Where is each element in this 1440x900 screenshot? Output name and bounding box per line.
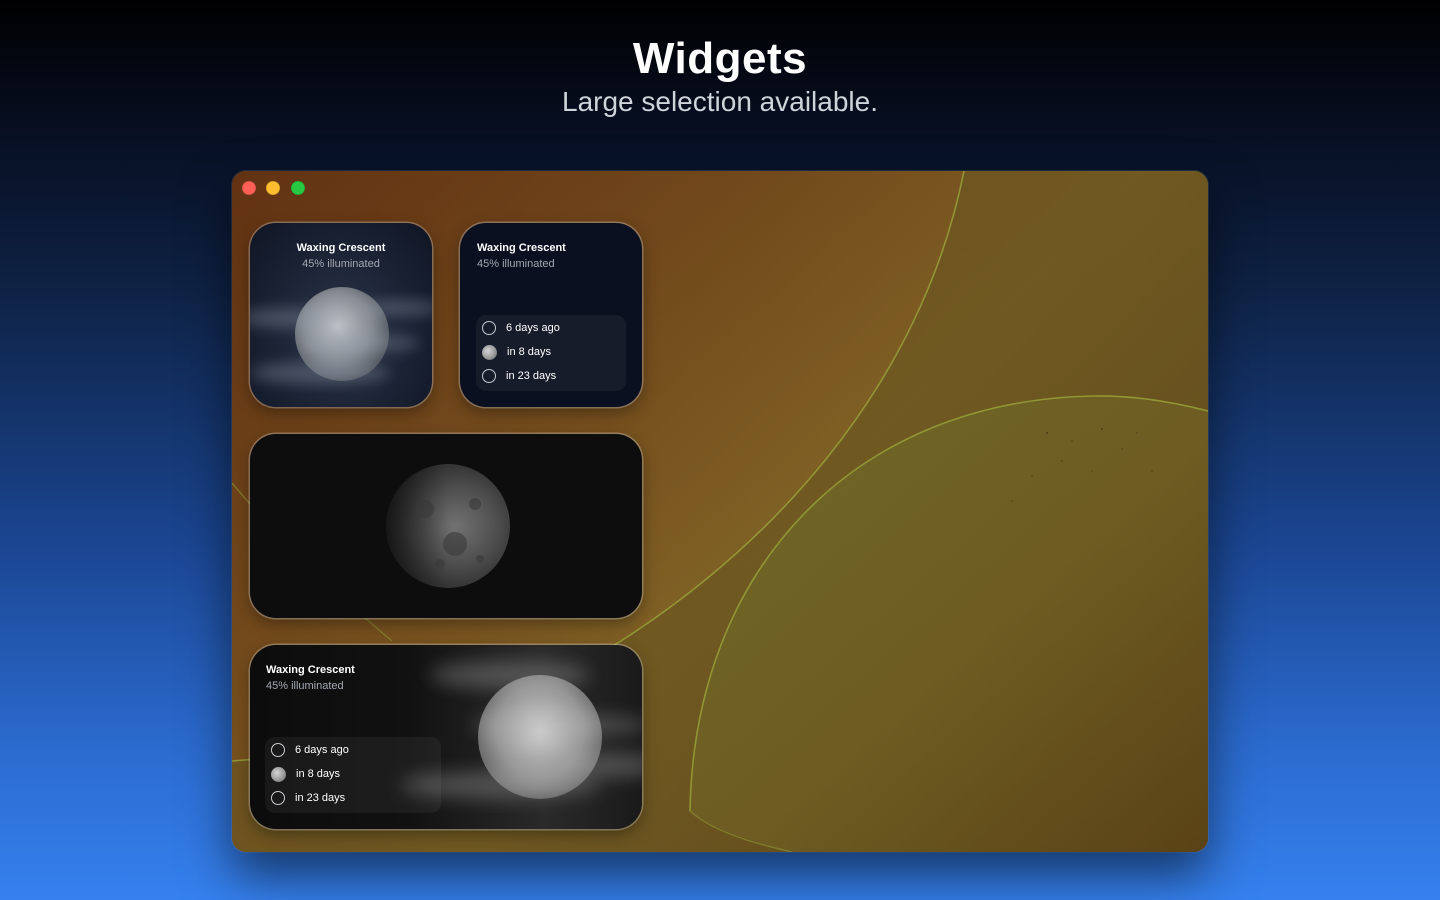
moon-phase-title: Waxing Crescent [296, 242, 386, 254]
list-item-label: in 23 days [295, 792, 346, 804]
list-item: in 23 days [482, 366, 556, 386]
new-moon-icon [482, 321, 496, 335]
full-moon-icon [482, 344, 497, 360]
new-moon-icon [482, 369, 496, 383]
list-item: in 8 days [271, 764, 340, 784]
list-item-label: 6 days ago [506, 322, 560, 334]
moon-image [386, 464, 510, 588]
medium-cloud-list-widget[interactable]: Waxing Crescent 45% illuminated 6 days a… [250, 645, 642, 829]
app-window: Waxing Crescent 45% illuminated Waxing C… [232, 171, 1208, 852]
small-cloud-widget[interactable]: Waxing Crescent 45% illuminated [250, 223, 432, 407]
moon-phase-title: Waxing Crescent [477, 242, 566, 254]
list-item-label: in 23 days [506, 370, 557, 382]
list-item: in 8 days [482, 342, 551, 362]
upcoming-phases-list: 6 days ago in 8 days in 23 days [476, 315, 626, 391]
hero-title: Widgets [632, 34, 808, 83]
maximize-button[interactable] [291, 181, 305, 195]
medium-moon-widget[interactable] [250, 434, 642, 618]
list-item-label: 6 days ago [295, 744, 349, 756]
new-moon-icon [271, 743, 285, 757]
list-item: in 23 days [271, 788, 345, 808]
list-item-label: in 8 days [296, 768, 341, 780]
new-moon-icon [271, 791, 285, 805]
close-button[interactable] [242, 181, 256, 195]
full-moon-icon [271, 766, 286, 782]
small-list-widget[interactable]: Waxing Crescent 45% illuminated 6 days a… [460, 223, 642, 407]
moon-illumination: 45% illuminated [477, 258, 555, 270]
moon-illumination: 45% illuminated [266, 680, 344, 692]
hero-subtitle: Large selection available. [562, 86, 878, 117]
list-item: 6 days ago [482, 318, 560, 338]
list-item: 6 days ago [271, 740, 349, 760]
moon-phase-title: Waxing Crescent [266, 664, 355, 676]
upcoming-phases-list: 6 days ago in 8 days in 23 days [265, 737, 441, 813]
moon-illumination: 45% illuminated [302, 258, 380, 270]
minimize-button[interactable] [266, 181, 280, 195]
list-item-label: in 8 days [507, 346, 552, 358]
